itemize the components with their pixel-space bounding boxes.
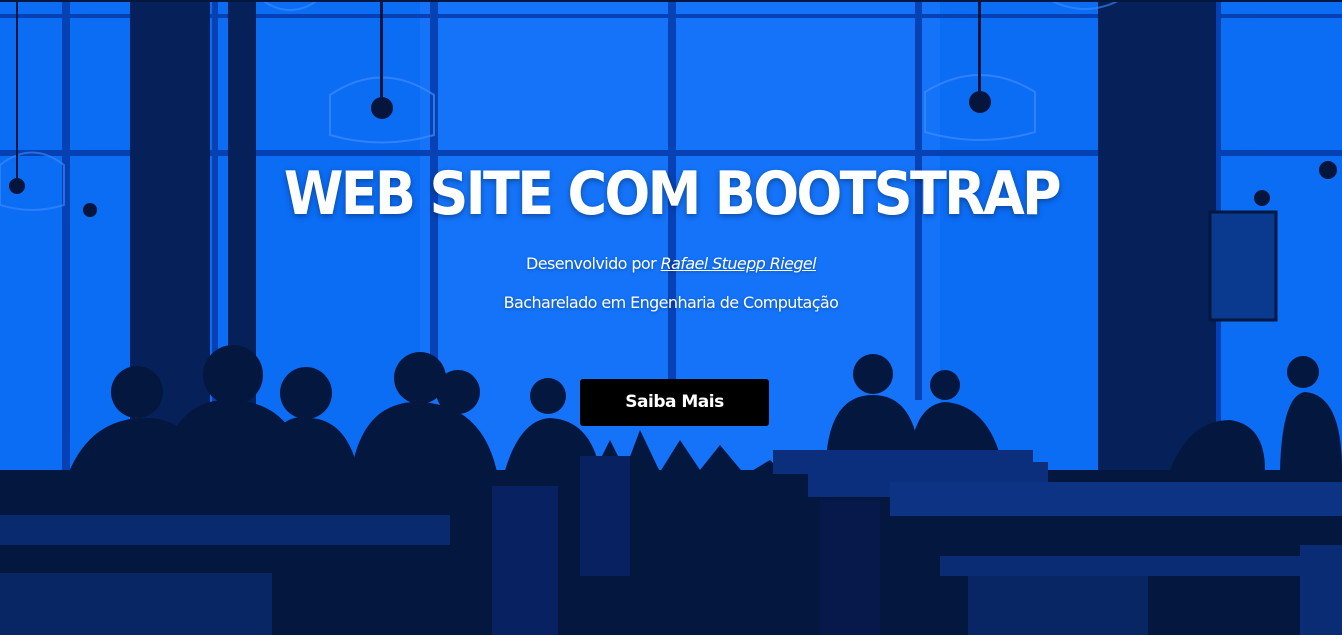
developed-by-label: Desenvolvido por (526, 254, 657, 273)
saiba-mais-button[interactable]: Saiba Mais (580, 379, 769, 426)
hero-subtitle: Bacharelado em Engenharia de Computação (503, 293, 839, 312)
author-link[interactable]: Rafael Stuepp Riegel (661, 254, 817, 273)
hero-content: WEB SITE COM BOOTSTRAP Desenvolvido por … (0, 0, 1342, 635)
hero-title: WEB SITE COM BOOTSTRAP (283, 159, 1062, 229)
developer-credit: Desenvolvido por Rafael Stuepp Riegel (0, 253, 1342, 275)
hero-section: WEB SITE COM BOOTSTRAP Desenvolvido por … (0, 0, 1342, 635)
